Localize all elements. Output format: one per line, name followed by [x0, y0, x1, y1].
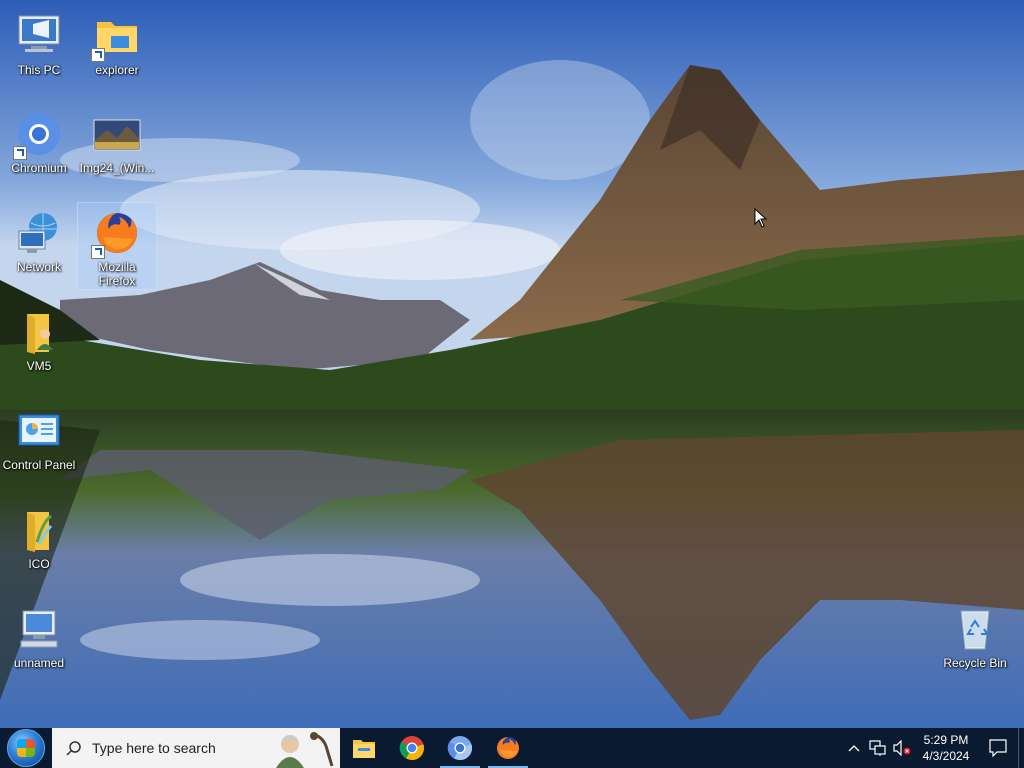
shortcut-arrow-icon: [91, 245, 105, 259]
desktop-icon-this-pc[interactable]: This PC: [0, 6, 78, 92]
desktop-icon-label: VM5: [26, 359, 52, 373]
chromium-icon: [13, 110, 63, 160]
desktop-icon-label: Chromium: [11, 161, 67, 175]
firefox-icon: [497, 737, 519, 759]
desktop-icon-label: Control Panel: [2, 458, 76, 472]
start-button[interactable]: [0, 728, 52, 768]
shortcut-arrow-icon: [13, 146, 27, 160]
desktop-icon-label: ICO: [28, 557, 50, 571]
chevron-up-icon: [848, 745, 860, 752]
search-placeholder: Type here to search: [92, 740, 216, 756]
desktop-icon-firefox[interactable]: Mozilla Firefox: [77, 202, 157, 290]
network-wired-icon: [869, 740, 886, 756]
desktop-icon-recycle-bin[interactable]: Recycle Bin: [936, 599, 1014, 685]
desktop-icon-label: This PC: [17, 63, 61, 77]
desktop-icon-label: Network: [16, 260, 61, 274]
desktop-icon-unnamed[interactable]: unnamed: [0, 599, 78, 685]
image-file-icon: [93, 110, 141, 158]
taskbar-firefox[interactable]: [484, 728, 532, 768]
search-icon: [66, 741, 81, 756]
clock-date: 4/3/2024: [922, 749, 970, 763]
firefox-icon: [91, 209, 141, 259]
taskbar: Type here to search 5:29 PM 4/3/2024: [0, 728, 1024, 768]
desktop-icon-label: Recycle Bin: [943, 656, 1007, 670]
shortcut-arrow-icon: [91, 48, 105, 62]
notification-icon: [989, 739, 1007, 757]
taskbar-chrome[interactable]: [388, 728, 436, 768]
network-icon: [15, 209, 63, 257]
show-desktop-button[interactable]: [1018, 728, 1024, 768]
chromium-icon: [447, 736, 473, 761]
system-tray: 5:29 PM 4/3/2024: [842, 728, 1024, 768]
chrome-icon: [399, 736, 425, 761]
desktop-icon-control-panel[interactable]: Control Panel: [0, 401, 78, 487]
desktop-icon-explorer[interactable]: explorer: [78, 6, 156, 92]
desktop-icon-network[interactable]: Network: [0, 203, 78, 289]
desktop-icon-label: Img24_(Win...: [79, 161, 155, 175]
desktop-icon-chromium[interactable]: Chromium: [0, 104, 78, 190]
taskbar-clock[interactable]: 5:29 PM 4/3/2024: [914, 732, 978, 764]
taskbar-file-explorer[interactable]: [340, 728, 388, 768]
volume-muted-icon: [893, 740, 911, 756]
volume-button[interactable]: [890, 728, 914, 768]
network-status-button[interactable]: [866, 728, 890, 768]
windows-logo-icon: [7, 729, 45, 767]
show-hidden-icons-button[interactable]: [842, 728, 866, 768]
desktop-icon-vm5[interactable]: VM5: [0, 302, 78, 388]
action-center-button[interactable]: [978, 728, 1018, 768]
desktop-icon-label: unnamed: [13, 656, 65, 670]
desktop-icon-ico[interactable]: ICO: [0, 500, 78, 586]
desktop-icon-label: Mozilla Firefox: [98, 260, 136, 288]
mouse-cursor: [754, 208, 768, 228]
search-box[interactable]: Type here to search: [52, 728, 340, 768]
taskbar-chromium[interactable]: [436, 728, 484, 768]
computer-icon: [15, 605, 63, 653]
ico-folder-icon: [15, 506, 63, 554]
this-pc-icon: [15, 12, 63, 60]
search-highlight-illustration-icon: [260, 728, 340, 768]
user-folder-icon: [15, 308, 63, 356]
control-panel-icon: [15, 407, 63, 455]
clock-time: 5:29 PM: [923, 733, 969, 747]
recycle-bin-icon: [951, 605, 999, 653]
file-explorer-icon: [353, 740, 375, 758]
folder-icon: [91, 12, 141, 62]
desktop-icon-label: explorer: [95, 63, 139, 77]
desktop-icon-img24[interactable]: Img24_(Win...: [78, 104, 156, 190]
